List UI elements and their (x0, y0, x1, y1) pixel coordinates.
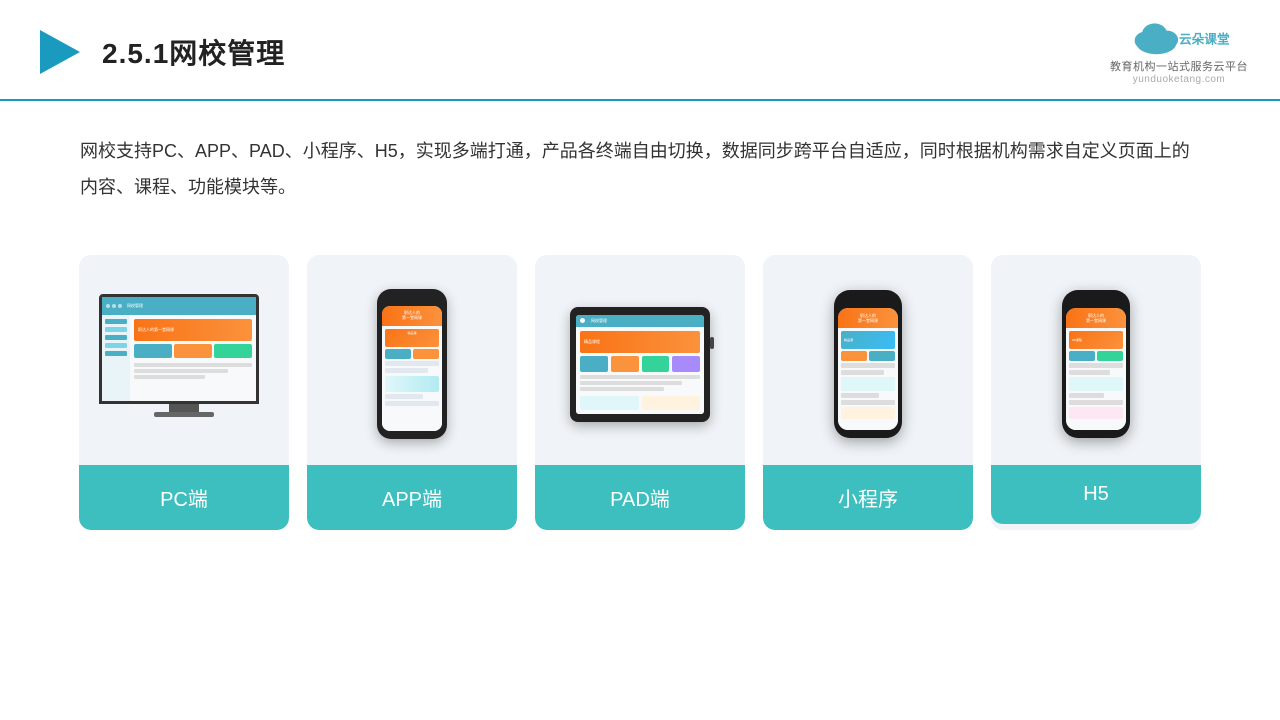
card-miniprogram: 职达人的第一堂网课 精品课 (763, 255, 973, 530)
card-miniprogram-image: 职达人的第一堂网课 精品课 (763, 255, 973, 465)
card-miniprogram-label: 小程序 (763, 465, 973, 530)
card-pc-image: 网校管理 职达人的 (79, 255, 289, 465)
card-h5-image: 职达人的第一堂网课 H5课程 (991, 255, 1201, 465)
header-left: 2.5.1网校管理 (32, 26, 285, 78)
description-text: 网校支持PC、APP、PAD、小程序、H5，实现多端打通，产品各终端自由切换，数… (0, 101, 1280, 225)
card-h5-label: H5 (991, 465, 1201, 524)
card-pc: 网校管理 职达人的 (79, 255, 289, 530)
pad-mockup: 网校管理 精品课程 (570, 307, 710, 422)
svg-text:云朵课堂: 云朵课堂 (1179, 31, 1229, 46)
h5-phone-mockup: 职达人的第一堂网课 H5课程 (1062, 290, 1130, 438)
card-pad-image: 网校管理 精品课程 (535, 255, 745, 465)
card-app: 职达人的第一堂网课 精品课 (307, 255, 517, 530)
description-content: 网校支持PC、APP、PAD、小程序、H5，实现多端打通，产品各终端自由切换，数… (80, 141, 1190, 197)
logo-tagline: 教育机构一站式服务云平台 (1110, 58, 1248, 74)
miniprogram-phone-mockup: 职达人的第一堂网课 精品课 (834, 290, 902, 438)
logo-area: 云朵课堂 教育机构一站式服务云平台 yunduoketang.com (1110, 18, 1248, 85)
brand-play-icon (32, 26, 84, 78)
header: 2.5.1网校管理 云朵课堂 教育机构一站式服务云平台 yunduoketang… (0, 0, 1280, 101)
card-app-image: 职达人的第一堂网课 精品课 (307, 255, 517, 465)
card-app-label: APP端 (307, 465, 517, 530)
pc-screen: 网校管理 职达人的 (99, 294, 259, 404)
card-h5: 职达人的第一堂网课 H5课程 (991, 255, 1201, 530)
app-phone-mockup: 职达人的第一堂网课 精品课 (377, 289, 447, 439)
logo-url: yunduoketang.com (1133, 74, 1226, 85)
page-title: 2.5.1网校管理 (102, 32, 285, 72)
platform-cards: 网校管理 职达人的 (0, 235, 1280, 530)
card-pad: 网校管理 精品课程 (535, 255, 745, 530)
card-pad-label: PAD端 (535, 465, 745, 530)
logo-icon: 云朵课堂 (1129, 18, 1229, 56)
pc-mockup: 网校管理 职达人的 (99, 294, 269, 434)
card-pc-label: PC端 (79, 465, 289, 530)
